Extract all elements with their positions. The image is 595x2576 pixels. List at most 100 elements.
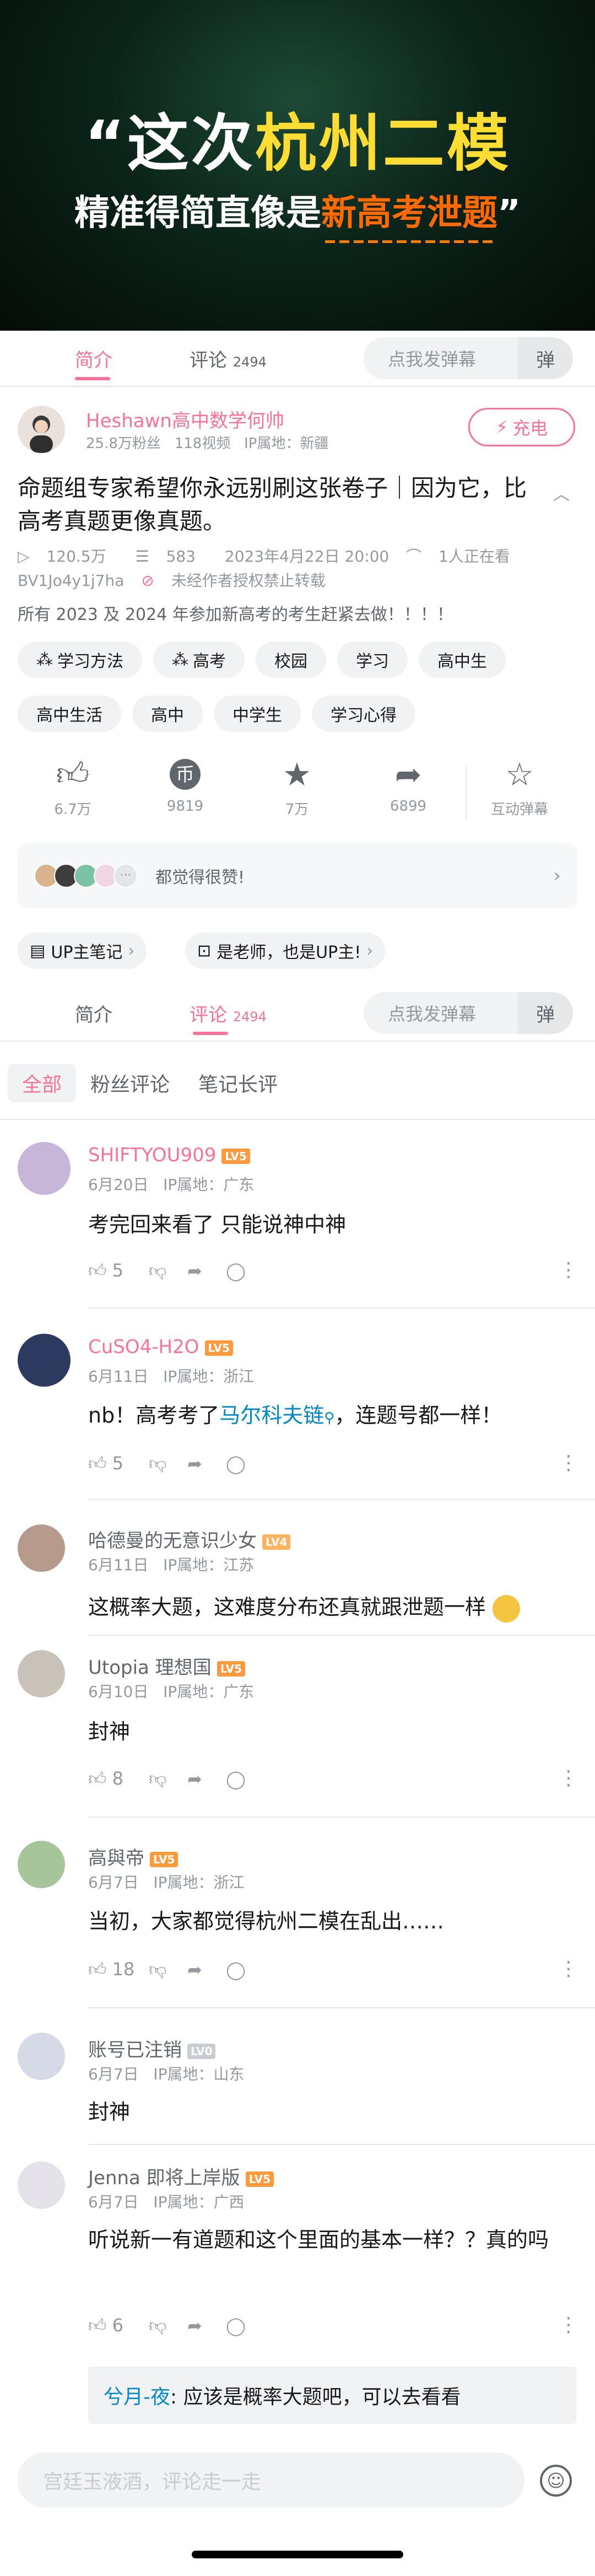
comment-username[interactable]: 哈德曼的无意识少女 LV4 (88, 1526, 291, 1553)
avatar[interactable] (18, 2033, 65, 2080)
teacher-up-button[interactable]: ⊡ 是老师，也是UP主! › (185, 933, 386, 969)
video-subtitle-overlay: 精准得简直像是新高考泄题” (74, 193, 521, 234)
sub-reply-preview[interactable]: 兮月-夜: 应该是概率大题吧，可以去看看 (88, 2367, 576, 2424)
comment-like-button[interactable]: 👍︎ 8 (88, 1768, 149, 1790)
tag-list: ⁂ 学习方法 ⁂ 高考 校园 学习 高中生 (18, 642, 580, 678)
tag-chip[interactable]: 高中 (132, 696, 203, 732)
tag-chip[interactable]: 高中生 (419, 642, 506, 678)
avatar[interactable] (18, 2162, 65, 2209)
danmu-toggle-button[interactable]: 弹 (518, 337, 573, 379)
avatar[interactable] (18, 1142, 71, 1195)
more-options-icon[interactable]: ⋮ (559, 1767, 578, 1790)
tag-chip[interactable]: 高中生活 (18, 696, 121, 732)
comment-like-button[interactable]: 👍︎ 5 (88, 1260, 149, 1281)
thumbs-down-icon[interactable]: 👎︎ (149, 1768, 187, 1790)
reply-icon[interactable]: ◯ (226, 1769, 264, 1790)
share-icon[interactable]: ➦ (187, 1260, 226, 1281)
reply-username[interactable]: 兮月-夜 (104, 2381, 170, 2410)
tab-intro[interactable]: 简介 (75, 1000, 112, 1027)
more-options-icon[interactable]: ⋮ (559, 2314, 578, 2336)
coin-button[interactable]: 币 9819 (144, 755, 226, 815)
more-options-icon[interactable]: ⋮ (559, 1958, 578, 1980)
comment-ip: IP属地：江苏 (163, 1556, 255, 1574)
more-options-icon[interactable]: ⋮ (559, 1259, 578, 1281)
comment-meta: 6月11日 IP属地：浙江 (88, 1365, 254, 1387)
danmu-input[interactable]: 点我发弹幕 弹 (364, 337, 573, 379)
reply-icon[interactable]: ◯ (226, 1453, 264, 1474)
avatar[interactable] (18, 1524, 65, 1572)
reply-icon[interactable]: ◯ (226, 2315, 264, 2336)
comment-username[interactable]: SHIFTYOU909 LV5 (88, 1144, 250, 1166)
comment-like-button[interactable]: 👍︎ 6 (88, 2315, 149, 2336)
level-badge: LV5 (217, 1661, 246, 1677)
likers-card[interactable]: ··· 都觉得很赞! › (18, 843, 577, 908)
comment-username[interactable]: Utopia 理想国 LV5 (88, 1652, 246, 1679)
comment-like-count: 5 (112, 1453, 123, 1474)
comment-like-button[interactable]: 👍︎ 5 (88, 1453, 149, 1474)
author-name[interactable]: Heshawn高中数学何帅 (86, 406, 284, 433)
chevron-right-icon: › (128, 941, 135, 961)
comment-username[interactable]: 账号已注销 LV0 (88, 2035, 216, 2062)
forbidden-icon: ⊘ (141, 572, 154, 590)
thumbs-down-icon[interactable]: 👎︎ (149, 1453, 187, 1474)
tab-intro[interactable]: 简介 (75, 345, 112, 372)
danmu-toggle-button[interactable]: 弹 (518, 992, 573, 1034)
sort-fans[interactable]: 粉丝评论 (76, 1064, 184, 1102)
thumbs-down-icon[interactable]: 👎︎ (149, 1260, 187, 1281)
sort-all[interactable]: 全部 (8, 1064, 77, 1102)
comment-actions: 👍︎ 6 👎︎ ➦ ◯ (88, 2315, 264, 2336)
share-icon[interactable]: ➦ (187, 1453, 226, 1474)
tag-chip[interactable]: ⁂ 学习方法 (18, 642, 142, 678)
charge-button[interactable]: ⚡ 充电 (468, 408, 575, 446)
tab-comments[interactable]: 评论 2494 (190, 345, 267, 372)
comment-input[interactable]: 宫廷玉液酒，评论走一走 (18, 2453, 524, 2508)
comment-ip: IP属地：广西 (153, 2193, 245, 2211)
tab-comments[interactable]: 评论 2494 (190, 1000, 267, 1027)
share-icon[interactable]: ➦ (187, 2315, 226, 2336)
danmu-input[interactable]: 点我发弹幕 弹 (364, 992, 573, 1034)
avatar[interactable] (18, 1334, 71, 1387)
lightning-icon: ⚡ (495, 417, 509, 438)
tag-chip[interactable]: 学习心得 (312, 696, 415, 732)
reply-icon[interactable]: ◯ (226, 1959, 264, 1980)
up-notes-button[interactable]: ▤ UP主笔记 › (18, 933, 147, 969)
emoji-icon[interactable]: ☺ (540, 2465, 572, 2497)
share-icon[interactable]: ➦ (187, 1959, 226, 1980)
avatar[interactable] (18, 1650, 65, 1697)
share-icon: ➦ (394, 756, 422, 793)
author-meta: 25.8万粉丝 118视频 IP属地：新疆 (86, 432, 329, 452)
tag-chip[interactable]: 学习 (337, 642, 408, 678)
search-link[interactable]: 马尔科夫链 (219, 1403, 324, 1427)
tag-label: 高中生活 (36, 706, 102, 725)
bottom-comment-bar: 宫廷玉液酒，评论走一走 ☺ (0, 2436, 595, 2576)
level-badge: LV5 (204, 1340, 233, 1356)
tag-chip[interactable]: 校园 (256, 642, 326, 678)
chevron-up-icon[interactable]: ︿ (553, 481, 570, 505)
comment-username[interactable]: 高與帝 LV5 (88, 1843, 178, 1870)
username-text: SHIFTYOU909 (88, 1144, 217, 1166)
divider (0, 1119, 595, 1120)
tab-comments-label: 评论 (190, 1004, 227, 1026)
comment-username[interactable]: Jenna 即将上岸版 LV5 (88, 2163, 274, 2190)
thumbs-down-icon[interactable]: 👎︎ (149, 2315, 187, 2336)
reply-icon[interactable]: ◯ (226, 1260, 264, 1281)
tag-chip[interactable]: ⁂ 高考 (153, 642, 245, 678)
comment-like-button[interactable]: 👍︎ 18 (88, 1959, 149, 1980)
bvid[interactable]: BV1Jo4y1j7ha (18, 572, 124, 590)
author-avatar[interactable] (18, 406, 65, 453)
share-icon[interactable]: ➦ (187, 1769, 226, 1790)
favorite-button[interactable]: ★ 7万 (256, 755, 338, 818)
sort-notes[interactable]: 笔记长评 (184, 1064, 292, 1102)
username-text: Jenna 即将上岸版 (88, 2167, 240, 2189)
comment-text: 听说新一有道题和这个里面的基本一样？？真的吗 (88, 2228, 549, 2252)
share-button[interactable]: ➦ 6899 (367, 755, 450, 815)
thumbs-down-icon[interactable]: 👎︎ (149, 1959, 187, 1980)
tag-chip[interactable]: 中学生 (214, 696, 301, 732)
video-player[interactable]: “这次杭州二模 精准得简直像是新高考泄题” (0, 0, 595, 331)
more-options-icon[interactable]: ⋮ (559, 1452, 578, 1474)
interactive-danmu-button[interactable]: ☆ 互动弹幕 (478, 755, 561, 818)
avatar[interactable] (18, 1841, 65, 1888)
like-button[interactable]: 👍︎ 6.7万 (31, 755, 114, 818)
comment-username[interactable]: CuSO4-H2O LV5 (88, 1336, 233, 1358)
comment-like-count: 8 (112, 1768, 123, 1789)
